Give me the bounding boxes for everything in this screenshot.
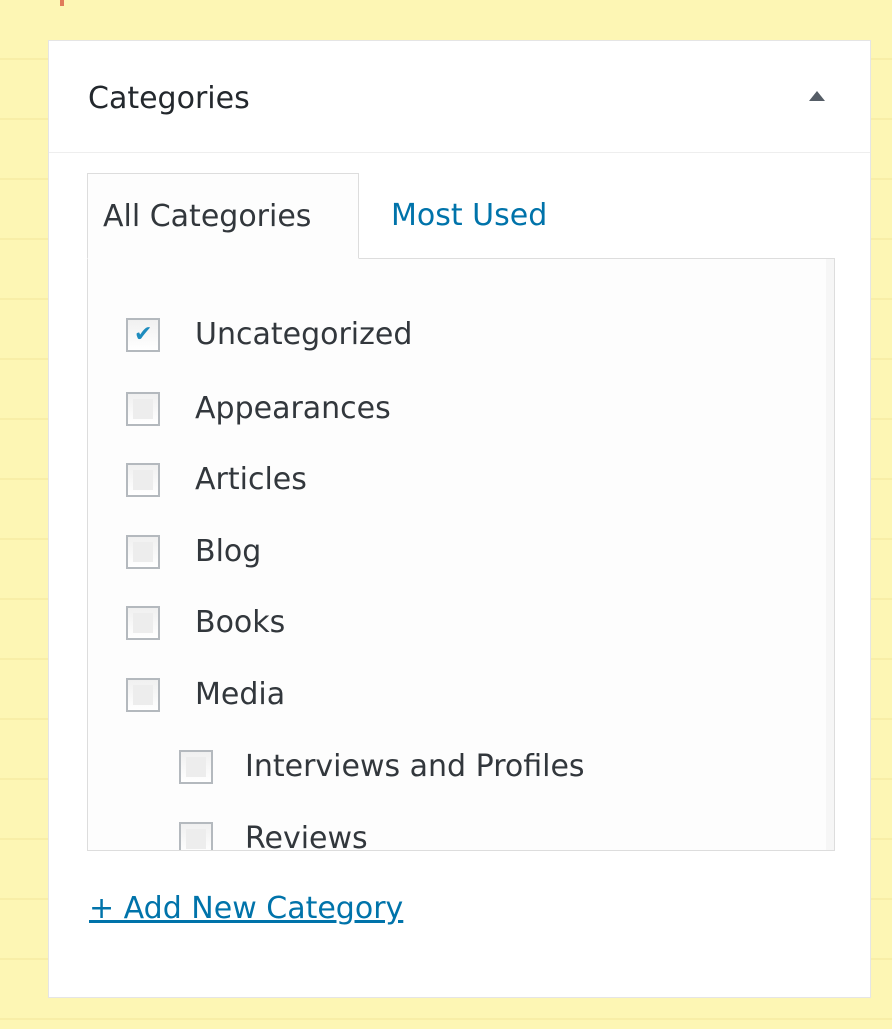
- checkbox-uncategorized[interactable]: ✔: [126, 318, 160, 352]
- category-label: Uncategorized: [195, 317, 413, 352]
- category-label: Books: [195, 605, 286, 640]
- checkbox-books[interactable]: [126, 606, 160, 640]
- tab-most-used[interactable]: Most Used: [391, 173, 547, 259]
- checkbox-blog[interactable]: [126, 535, 160, 569]
- add-new-category-link[interactable]: + Add New Category: [89, 889, 403, 929]
- scrollbar-thumb[interactable]: [834, 315, 835, 567]
- checkbox-reviews[interactable]: [179, 822, 213, 850]
- category-label: Media: [195, 677, 286, 712]
- checkbox-fill: [133, 542, 153, 562]
- category-label: Reviews: [245, 821, 368, 851]
- checkbox-fill: [133, 685, 153, 705]
- tab-all-categories[interactable]: All Categories: [87, 173, 359, 259]
- category-label: Appearances: [195, 391, 391, 426]
- checkbox-fill: [133, 470, 153, 490]
- checkbox-fill: [133, 613, 153, 633]
- category-label: Articles: [195, 462, 307, 497]
- page-margin-mark: [60, 0, 64, 6]
- category-label: Interviews and Profiles: [245, 749, 585, 784]
- checkbox-fill: [133, 399, 153, 419]
- vertical-scrollbar[interactable]: [826, 259, 835, 850]
- category-checklist: ✔ Uncategorized Appearances Articles Blo…: [87, 258, 835, 851]
- category-label: Blog: [195, 534, 262, 569]
- categories-panel: Categories All Categories Most Used ✔ Un…: [48, 40, 871, 998]
- checkbox-appearances[interactable]: [126, 392, 160, 426]
- panel-header[interactable]: Categories: [49, 41, 870, 153]
- checkbox-interviews-and-profiles[interactable]: [179, 750, 213, 784]
- checkbox-articles[interactable]: [126, 463, 160, 497]
- checkbox-fill: [186, 829, 206, 849]
- triangle-up-icon[interactable]: [809, 91, 825, 101]
- checkbox-fill: [186, 757, 206, 777]
- checkmark-icon: ✔: [134, 322, 153, 347]
- checkbox-media[interactable]: [126, 678, 160, 712]
- panel-title: Categories: [88, 81, 250, 116]
